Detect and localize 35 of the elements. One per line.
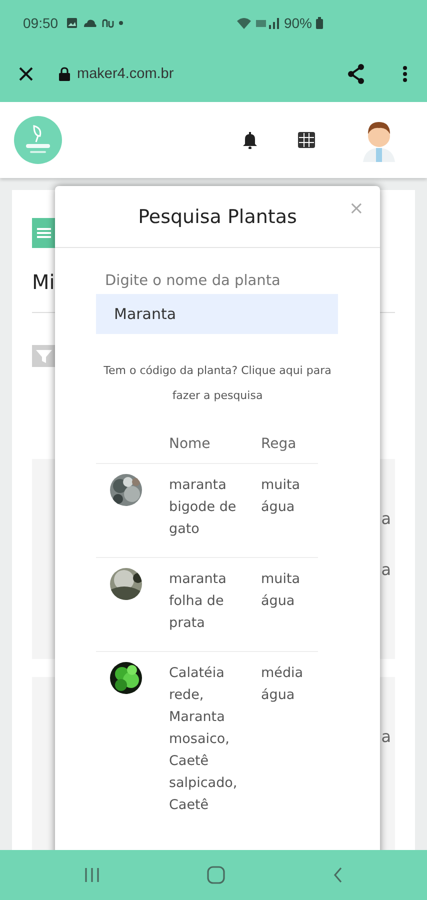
list-text: a bbox=[381, 727, 391, 746]
back-icon[interactable] bbox=[333, 867, 344, 883]
page-title: Mi bbox=[32, 270, 55, 294]
home-icon[interactable] bbox=[207, 866, 226, 884]
image-icon bbox=[66, 16, 78, 28]
status-time: 09:50 bbox=[23, 14, 58, 30]
url-text[interactable]: maker4.com.br bbox=[77, 66, 174, 82]
grid-icon[interactable] bbox=[298, 132, 315, 148]
hamburger-icon[interactable] bbox=[32, 218, 56, 248]
wifi-icon bbox=[236, 16, 252, 28]
list-text: a bbox=[381, 560, 391, 579]
list-text: a bbox=[381, 509, 391, 528]
dot-icon bbox=[119, 20, 124, 24]
battery-level: 90% bbox=[284, 14, 312, 30]
field-label: Digite o nome da planta bbox=[105, 273, 282, 289]
share-icon[interactable] bbox=[347, 64, 365, 84]
lock-icon bbox=[59, 66, 70, 80]
search-by-code-link[interactable]: Tem o código da planta? Clique aqui para fazer a pesquisa bbox=[96, 358, 339, 408]
signal-icon bbox=[256, 16, 280, 28]
dialog-title: Pesquisa Plantas bbox=[138, 206, 297, 228]
table-cell-text: maranta bigode de gato bbox=[169, 476, 238, 539]
table-cell-text: média água bbox=[261, 664, 304, 705]
table-cell-text: Calatéia rede, Maranta mosaico, Caetê salpicado, Caetê bbox=[169, 664, 238, 815]
table-cell-text: maranta folha de prata bbox=[169, 570, 228, 633]
cloud-icon bbox=[83, 18, 98, 28]
search-field[interactable]: Maranta bbox=[96, 294, 338, 334]
close-icon[interactable] bbox=[19, 66, 33, 80]
battery-icon bbox=[316, 16, 323, 28]
recent-apps-icon[interactable] bbox=[84, 867, 100, 883]
column-header: Rega bbox=[261, 435, 298, 454]
table-cell-text: muita água bbox=[261, 476, 302, 517]
table-cell-text: muita água bbox=[261, 570, 302, 611]
column-header: Nome bbox=[169, 435, 212, 454]
menu-icon[interactable] bbox=[403, 66, 407, 82]
bell-icon[interactable] bbox=[242, 131, 258, 149]
